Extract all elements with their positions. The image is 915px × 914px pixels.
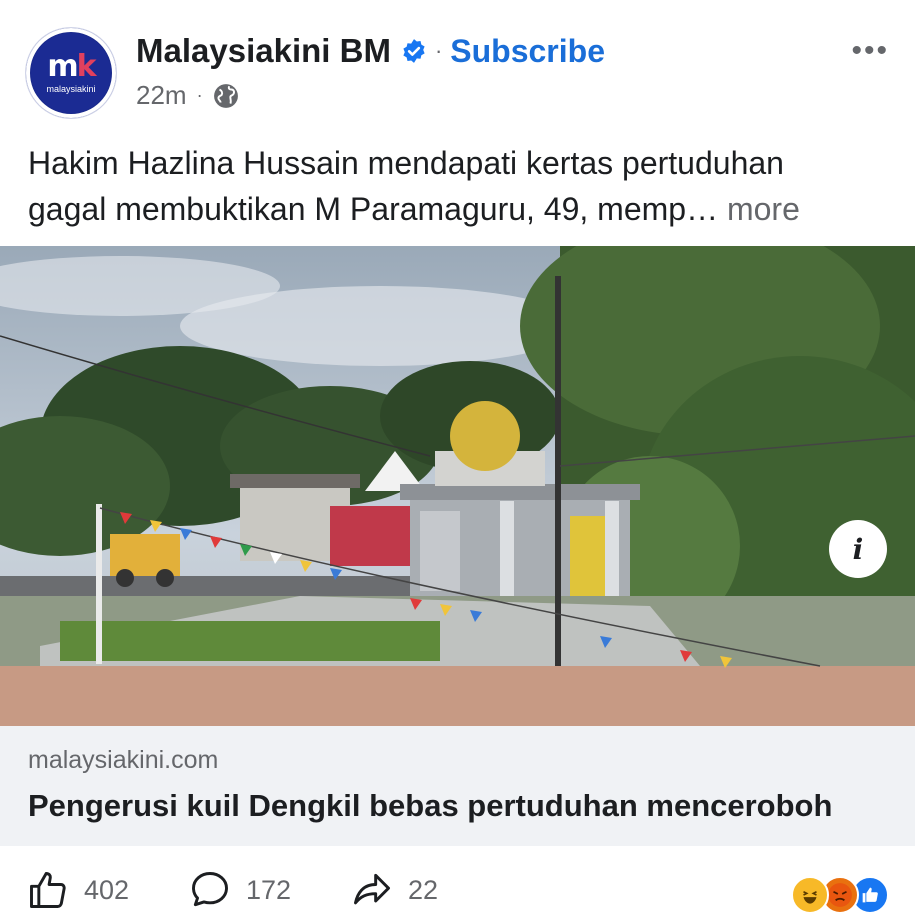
logo-text: malaysiakini <box>46 84 96 94</box>
link-headline[interactable]: Pengerusi kuil Dengkil bebas pertuduhan … <box>28 788 832 824</box>
link-preview[interactable]: malaysiakini.com Pengerusi kuil Dengkil … <box>0 726 915 846</box>
malaysiakini-logo: mk malaysiakini <box>31 33 111 113</box>
logo-mark: mk <box>47 49 96 84</box>
thumbs-up-icon <box>30 872 66 908</box>
comment-button[interactable]: 172 <box>188 868 291 912</box>
separator-dot: · <box>434 38 443 63</box>
comment-count: 172 <box>246 874 292 905</box>
meta-separator: · <box>196 85 203 105</box>
post-header: mk malaysiakini Malaysiakini BM · Subscr… <box>0 0 915 130</box>
haha-reaction-icon <box>791 876 829 914</box>
globe-icon <box>213 83 238 108</box>
temple-photo <box>0 246 915 726</box>
post-photo[interactable]: i <box>0 246 915 726</box>
post-meta: 22m · <box>136 80 239 111</box>
like-button[interactable]: 402 <box>26 868 129 912</box>
like-count: 402 <box>84 874 130 905</box>
share-count: 22 <box>408 874 439 905</box>
link-domain: malaysiakini.com <box>28 746 219 774</box>
comment-icon <box>192 872 228 907</box>
caption-line-1: Hakim Hazlina Hussain mendapati kertas p… <box>28 145 784 181</box>
image-info-button[interactable]: i <box>829 520 887 578</box>
page-avatar[interactable]: mk malaysiakini <box>26 28 116 118</box>
post-timestamp[interactable]: 22m <box>136 80 187 111</box>
caption-line-2: gagal membuktikan M Paramaguru, 49, memp… <box>28 191 800 227</box>
share-icon <box>354 873 390 905</box>
subscribe-button[interactable]: Subscribe <box>450 33 605 70</box>
see-more-link[interactable]: more <box>727 191 800 227</box>
page-name[interactable]: Malaysiakini BM <box>136 32 391 70</box>
post-actions: 402 172 22 <box>0 860 915 914</box>
more-options-icon[interactable]: ••• <box>851 34 889 68</box>
name-line: Malaysiakini BM · Subscribe <box>136 30 605 72</box>
share-button[interactable]: 22 <box>350 868 438 912</box>
reaction-summary[interactable] <box>791 876 889 914</box>
post-caption: Hakim Hazlina Hussain mendapati kertas p… <box>28 140 898 232</box>
verified-badge-icon <box>403 39 425 63</box>
